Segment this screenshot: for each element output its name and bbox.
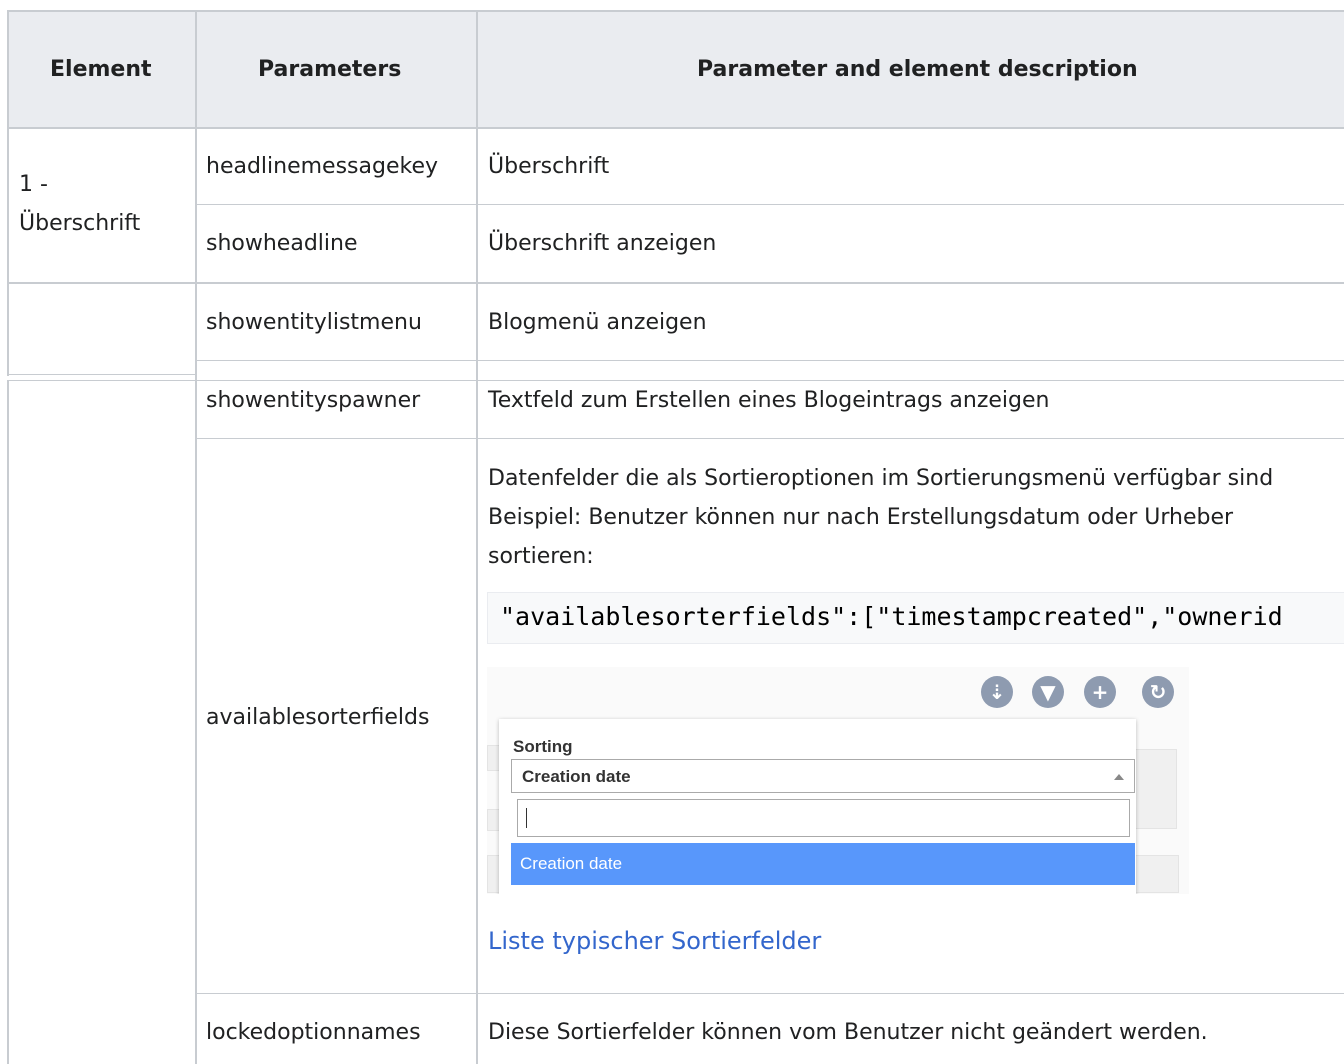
filter-icon: ▼ <box>1032 676 1064 708</box>
text-caret <box>526 808 527 828</box>
header-element: Element <box>50 57 152 82</box>
dropdown-option-highlighted: Creation date <box>511 843 1135 885</box>
plus-icon: + <box>1084 676 1116 708</box>
option-label: Creation date <box>520 854 623 873</box>
table-border-top <box>8 10 1344 12</box>
row-divider <box>195 438 1344 439</box>
param-description: Textfeld zum Erstellen eines Blogeintrag… <box>488 388 1050 413</box>
sorting-dropdown-panel: Sorting Creation date Creation date <box>499 719 1136 894</box>
param-name: showentitylistmenu <box>206 310 422 335</box>
sorter-fields-link[interactable]: Liste typischer Sortierfelder <box>488 928 821 954</box>
element-number: 1 - <box>19 172 48 197</box>
param-description: Überschrift <box>488 154 610 179</box>
cell-divider <box>8 380 196 381</box>
column-divider <box>476 10 478 1064</box>
row-divider <box>195 993 1344 994</box>
selected-value: Creation date <box>522 767 631 786</box>
chevron-up-icon <box>1114 774 1124 780</box>
header-description: Parameter and element description <box>697 57 1138 82</box>
row-divider <box>8 282 1344 284</box>
element-name: Überschrift <box>19 211 141 236</box>
param-description: Überschrift anzeigen <box>488 231 717 256</box>
sorting-select: Creation date <box>511 759 1135 793</box>
param-name: lockedoptionnames <box>206 1020 421 1045</box>
sorting-menu-screenshot: ⇣ ▼ + ↻ Sorting Creation date Creation d… <box>487 667 1189 894</box>
sort-icon: ⇣ <box>981 676 1013 708</box>
row-divider <box>195 360 1344 361</box>
code-text: "availablesorterfields":["timestampcreat… <box>500 602 1283 631</box>
code-block: "availablesorterfields":["timestampcreat… <box>487 592 1344 644</box>
row-divider <box>195 380 1344 381</box>
header-row-divider <box>8 127 1344 129</box>
param-name: availablesorterfields <box>206 705 430 730</box>
refresh-icon: ↻ <box>1142 676 1174 708</box>
param-name: headlinemessagekey <box>206 154 439 179</box>
sorting-label: Sorting <box>513 737 573 756</box>
cell-divider <box>8 374 196 375</box>
header-parameters: Parameters <box>258 57 402 82</box>
table-border-left <box>7 380 9 1064</box>
description-line: Datenfelder die als Sortieroptionen im S… <box>488 466 1274 491</box>
row-divider <box>195 204 1344 205</box>
table-header-background <box>8 10 1344 128</box>
description-line: sortieren: <box>488 544 594 569</box>
search-input <box>517 799 1130 837</box>
param-name: showheadline <box>206 231 358 256</box>
column-divider <box>195 10 197 1064</box>
param-description: Blogmenü anzeigen <box>488 310 707 335</box>
param-description: Diese Sortierfelder können vom Benutzer … <box>488 1020 1208 1045</box>
table-border-left <box>7 10 9 376</box>
description-line: Beispiel: Benutzer können nur nach Erste… <box>488 505 1234 530</box>
param-name: showentityspawner <box>206 388 421 413</box>
